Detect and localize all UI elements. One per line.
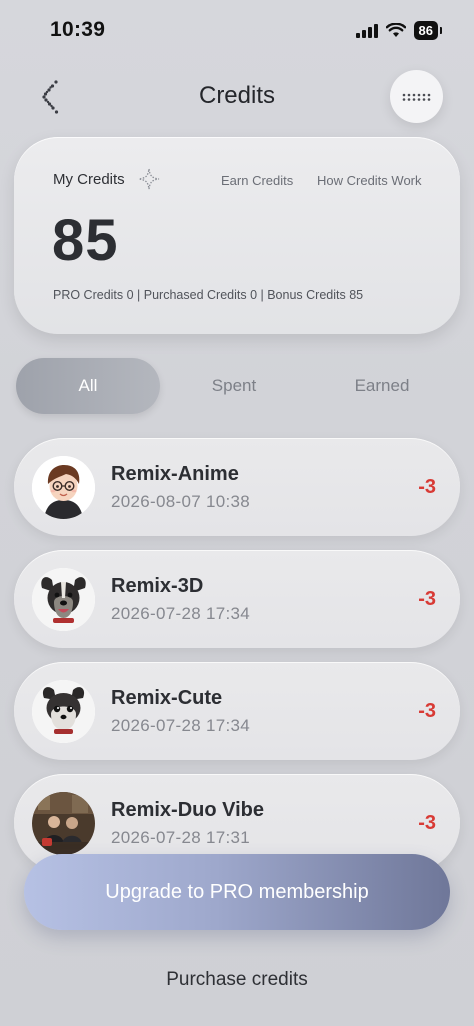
tab-earned[interactable]: Earned bbox=[308, 358, 456, 414]
row-amount: -3 bbox=[418, 588, 436, 610]
row-date: 2026-07-28 17:34 bbox=[111, 716, 251, 735]
upgrade-pro-button[interactable]: Upgrade to PRO membership bbox=[24, 854, 450, 930]
status-time: 10:39 bbox=[50, 18, 106, 41]
wifi-icon bbox=[385, 23, 406, 38]
row-date: 2026-07-28 17:31 bbox=[111, 828, 251, 847]
purchase-credits-link[interactable]: Purchase credits bbox=[0, 969, 474, 991]
credit-breakdown: PRO Credits 0 | Purchased Credits 0 | Bo… bbox=[53, 288, 364, 302]
row-date: 2026-07-28 17:34 bbox=[111, 604, 251, 623]
battery-indicator: 86 bbox=[413, 21, 443, 40]
list-item[interactable]: Remix-Cute 2026-07-28 17:34 -3 bbox=[14, 662, 460, 760]
row-title: Remix-Anime bbox=[111, 463, 239, 485]
dog-cute-avatar-icon bbox=[32, 680, 95, 743]
dog-3d-avatar-icon bbox=[32, 568, 95, 631]
anime-avatar-icon bbox=[32, 456, 95, 519]
more-button[interactable] bbox=[390, 70, 443, 123]
more-dots-icon bbox=[402, 93, 430, 101]
status-bar: 10:39 86 bbox=[0, 0, 474, 60]
duo-photo-avatar-icon bbox=[32, 792, 95, 855]
row-title: Remix-3D bbox=[111, 575, 204, 597]
list-item[interactable]: Remix-3D 2026-07-28 17:34 -3 bbox=[14, 550, 460, 648]
row-title: Remix-Duo Vibe bbox=[111, 799, 264, 821]
my-credits-label: My Credits bbox=[53, 171, 125, 188]
status-indicators: 86 bbox=[355, 21, 443, 40]
row-amount: -3 bbox=[418, 476, 436, 498]
cellular-signal-icon bbox=[355, 23, 378, 38]
row-amount: -3 bbox=[418, 812, 436, 834]
credit-balance: 85 bbox=[52, 208, 119, 273]
how-credits-work-link[interactable]: How Credits Work bbox=[317, 173, 422, 188]
list-item[interactable]: Remix-Anime 2026-08-07 10:38 -3 bbox=[14, 438, 460, 536]
filter-tabs: All Spent Earned bbox=[16, 358, 462, 414]
credits-card: My Credits Earn Credits How Credits Work… bbox=[14, 137, 460, 334]
row-date: 2026-08-07 10:38 bbox=[111, 492, 251, 511]
row-amount: -3 bbox=[418, 700, 436, 722]
sparkle-icon bbox=[138, 168, 160, 190]
tab-all[interactable]: All bbox=[16, 358, 160, 414]
row-title: Remix-Cute bbox=[111, 687, 223, 709]
tab-spent[interactable]: Spent bbox=[160, 358, 308, 414]
earn-credits-link[interactable]: Earn Credits bbox=[221, 173, 293, 188]
